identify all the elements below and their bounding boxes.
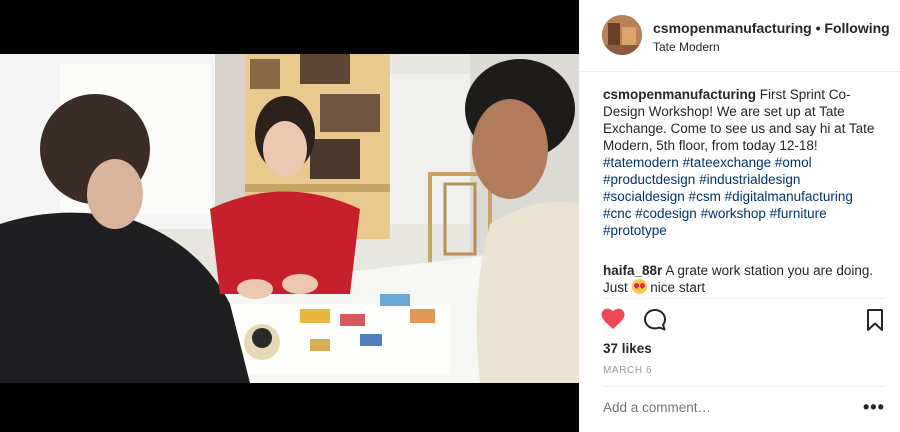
post-side-panel: csmopenmanufacturing • Following Tate Mo…: [579, 0, 900, 432]
caption-username[interactable]: csmopenmanufacturing: [603, 87, 756, 102]
post-caption: csmopenmanufacturing First Sprint Co-Des…: [603, 86, 885, 239]
bookmark-icon[interactable]: [865, 308, 885, 332]
post-date: MARCH 6: [603, 365, 653, 376]
avatar-image-icon: [602, 15, 642, 55]
photo-pane: [0, 0, 579, 432]
post-photo[interactable]: [0, 54, 579, 383]
comment-username[interactable]: haifa_88r: [603, 263, 662, 278]
divider: [603, 386, 885, 387]
header-separator: •: [815, 20, 821, 36]
action-bar: [601, 306, 885, 336]
workshop-photo-illustration: [0, 54, 579, 383]
heart-filled-icon[interactable]: [601, 308, 625, 330]
more-options-button[interactable]: •••: [863, 398, 885, 416]
add-comment-input[interactable]: [603, 400, 843, 415]
avatar[interactable]: [602, 15, 642, 55]
heart-eyes-emoji-icon: [631, 279, 647, 294]
location-link[interactable]: Tate Modern: [653, 40, 720, 54]
caption-hashtags[interactable]: #tatemodern #tateexchange #omol #product…: [603, 155, 853, 238]
instagram-post-modal: csmopenmanufacturing • Following Tate Mo…: [0, 0, 900, 432]
follow-status-button[interactable]: Following: [824, 20, 889, 36]
comment-item: haifa_88r A grate work station you are d…: [603, 262, 885, 296]
likes-count[interactable]: 37 likes: [603, 341, 652, 356]
comment-text-part2: nice start: [650, 280, 706, 295]
post-header: csmopenmanufacturing • Following Tate Mo…: [579, 0, 900, 72]
header-username-line: csmopenmanufacturing • Following: [653, 20, 890, 36]
header-username[interactable]: csmopenmanufacturing: [653, 20, 812, 36]
divider: [603, 298, 885, 299]
comment-bubble-icon[interactable]: [643, 308, 667, 332]
